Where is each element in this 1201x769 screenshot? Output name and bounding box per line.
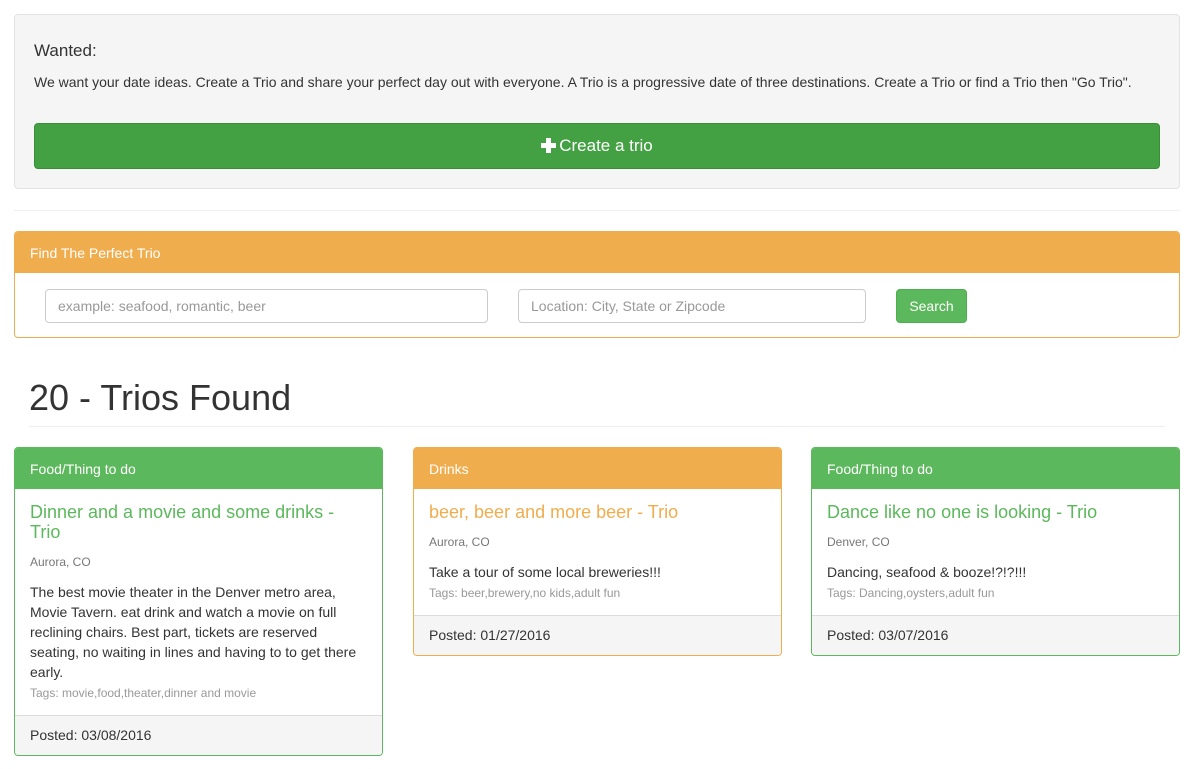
results-divider xyxy=(29,426,1165,427)
find-trio-form: Search xyxy=(15,273,1179,337)
trio-card-body: Dinner and a movie and some drinks - Tri… xyxy=(15,489,382,715)
trio-card-description: Dancing, seafood & booze!?!?!!! xyxy=(827,564,1027,580)
trio-card-body: Dance like no one is looking - Trio Denv… xyxy=(812,489,1179,615)
page: Wanted: We want your date ideas. Create … xyxy=(0,0,1201,769)
trio-card-title-link[interactable]: Dance like no one is looking - Trio xyxy=(827,502,1164,522)
trio-card: Food/Thing to do Dance like no one is lo… xyxy=(811,447,1180,656)
trio-card-category: Food/Thing to do xyxy=(812,448,1179,489)
trio-card-tags: Tags: Dancing,oysters,adult fun xyxy=(827,586,995,600)
trio-card-body: beer, beer and more beer - Trio Aurora, … xyxy=(414,489,781,615)
trio-card-description: Take a tour of some local breweries!!! xyxy=(429,564,661,580)
trio-card-category: Drinks xyxy=(414,448,781,489)
trio-card-location: Denver, CO xyxy=(827,535,890,549)
trio-card-category: Food/Thing to do xyxy=(15,448,382,489)
search-button[interactable]: Search xyxy=(896,289,967,323)
trio-card-posted-date: Posted: 03/07/2016 xyxy=(812,615,1179,655)
find-trio-panel: Find The Perfect Trio Search xyxy=(14,231,1180,338)
create-trio-button[interactable]: Create a trio xyxy=(34,123,1160,169)
plus-icon xyxy=(541,137,557,153)
location-input[interactable] xyxy=(518,289,866,323)
trio-card-tags: Tags: movie,food,theater,dinner and movi… xyxy=(30,686,257,700)
trio-card-posted-date: Posted: 03/08/2016 xyxy=(15,715,382,755)
wanted-description: We want your date ideas. Create a Trio a… xyxy=(34,74,1132,90)
trio-card-tags: Tags: beer,brewery,no kids,adult fun xyxy=(429,586,621,600)
trio-card-title-link[interactable]: Dinner and a movie and some drinks - Tri… xyxy=(30,502,367,542)
find-trio-heading: Find The Perfect Trio xyxy=(15,232,1179,273)
trio-card-location: Aurora, CO xyxy=(30,555,91,569)
trio-card-posted-date: Posted: 01/27/2016 xyxy=(414,615,781,655)
trio-card: Food/Thing to do Dinner and a movie and … xyxy=(14,447,383,756)
trio-card-title-link[interactable]: beer, beer and more beer - Trio xyxy=(429,502,766,522)
results-title: 20 - Trios Found xyxy=(29,377,292,418)
create-trio-label: Create a trio xyxy=(559,136,653,155)
section-divider xyxy=(14,210,1180,211)
keyword-search-input[interactable] xyxy=(45,289,488,323)
trio-card-location: Aurora, CO xyxy=(429,535,490,549)
trio-card: Drinks beer, beer and more beer - Trio A… xyxy=(413,447,782,656)
wanted-panel: Wanted: We want your date ideas. Create … xyxy=(14,14,1180,189)
wanted-heading: Wanted: xyxy=(34,41,97,60)
trio-card-description: The best movie theater in the Denver met… xyxy=(30,584,357,680)
